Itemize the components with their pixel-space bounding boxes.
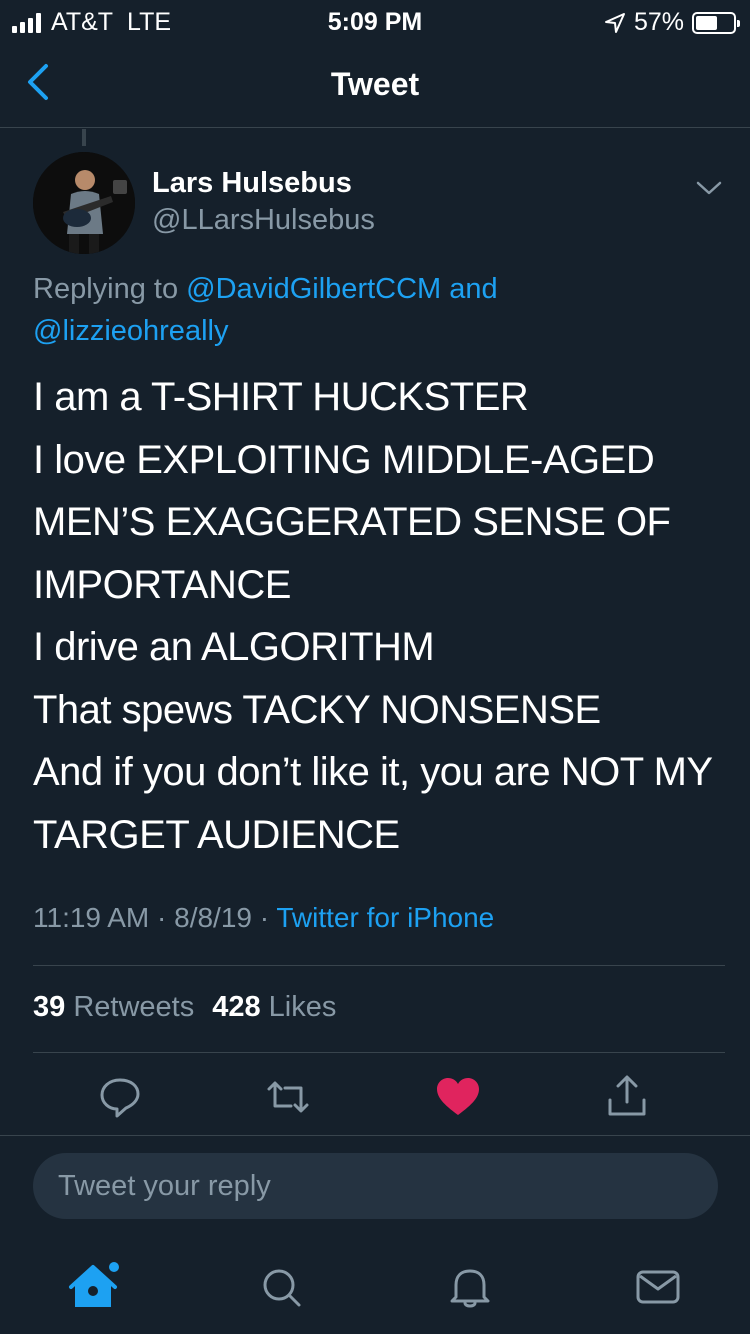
- tweet-text: I am a T-SHIRT HUCKSTER I love EXPLOITIN…: [33, 375, 712, 857]
- more-options-button[interactable]: [694, 176, 724, 200]
- home-icon: [69, 1262, 119, 1307]
- chevron-down-icon: [696, 181, 722, 195]
- share-icon: [608, 1075, 646, 1116]
- tab-notifications[interactable]: [440, 1255, 500, 1315]
- battery-percent: 57%: [633, 8, 684, 36]
- page-title: Tweet: [330, 66, 420, 102]
- author-handle[interactable]: @LLarsHulsebus: [152, 204, 375, 237]
- tab-messages[interactable]: [628, 1255, 688, 1315]
- tweet-actions: [0, 1072, 750, 1122]
- status-bar: AT&T LTE 5:09 PM 57%: [0, 0, 750, 40]
- divider: [33, 1052, 725, 1053]
- reply-button[interactable]: [95, 1072, 145, 1122]
- retweets-stat[interactable]: 39 Retweets: [33, 991, 194, 1024]
- like-button[interactable]: [433, 1072, 483, 1122]
- battery-fill: [696, 15, 717, 30]
- mention-link[interactable]: @DavidGilbertCCM: [186, 273, 441, 305]
- meta-separator: ·: [157, 902, 167, 933]
- mention-joiner[interactable]: and: [449, 273, 497, 305]
- tab-bar: [0, 1240, 750, 1334]
- meta-separator: ·: [259, 902, 270, 933]
- battery-icon: [692, 11, 740, 34]
- reply-placeholder: Tweet your reply: [58, 1170, 271, 1202]
- mail-icon: [636, 1270, 680, 1304]
- search-icon: [263, 1269, 301, 1307]
- retweet-label: Retweets: [73, 991, 195, 1023]
- status-right: 57%: [604, 8, 740, 37]
- author-name[interactable]: Lars Hulsebus: [152, 167, 352, 200]
- divider: [0, 1135, 750, 1136]
- like-label: Likes: [268, 991, 337, 1023]
- thread-line: [82, 129, 86, 146]
- bell-icon: [450, 1269, 490, 1308]
- reply-input[interactable]: Tweet your reply: [33, 1153, 718, 1219]
- mention-link[interactable]: @lizzieohreally: [33, 315, 228, 347]
- retweet-count: 39: [33, 991, 66, 1023]
- tweet-time: 11:19 AM: [33, 902, 150, 933]
- likes-stat[interactable]: 428 Likes: [212, 991, 336, 1024]
- avatar-image: [33, 152, 135, 254]
- avatar[interactable]: [33, 152, 135, 254]
- tweet-source-link[interactable]: Twitter for iPhone: [276, 902, 494, 933]
- reply-icon: [100, 1078, 140, 1118]
- nav-bar: Tweet: [0, 40, 750, 128]
- heart-icon: [437, 1078, 479, 1115]
- retweet-icon: [267, 1081, 309, 1113]
- tab-search[interactable]: [253, 1255, 313, 1315]
- tweet-date: 8/8/19: [174, 902, 252, 933]
- tab-home[interactable]: [65, 1255, 125, 1315]
- tweet-stats: 39 Retweets 428 Likes: [33, 991, 336, 1024]
- replying-to: Replying to @DavidGilbertCCM and @lizzie…: [33, 268, 723, 352]
- replying-prefix: Replying to: [33, 273, 179, 305]
- retweet-button[interactable]: [263, 1072, 313, 1122]
- location-icon: [604, 12, 625, 33]
- tweet-meta: 11:19 AM · 8/8/19 · Twitter for iPhone: [33, 902, 494, 934]
- share-button[interactable]: [602, 1072, 652, 1122]
- divider: [33, 965, 725, 966]
- like-count: 428: [212, 991, 261, 1023]
